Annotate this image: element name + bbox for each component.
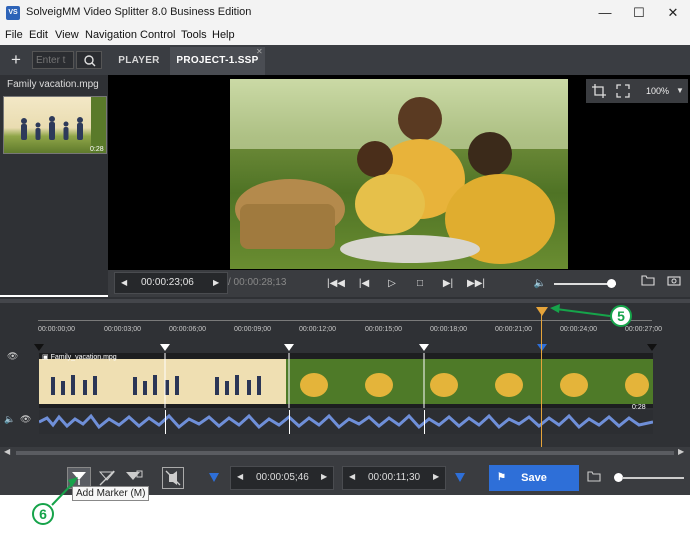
callout-5: 5	[610, 305, 632, 327]
app-window: VS SolveigMM Video Splitter 8.0 Business…	[0, 0, 690, 543]
callout-6: 6	[32, 503, 54, 525]
callout-arrows	[51, 304, 611, 506]
